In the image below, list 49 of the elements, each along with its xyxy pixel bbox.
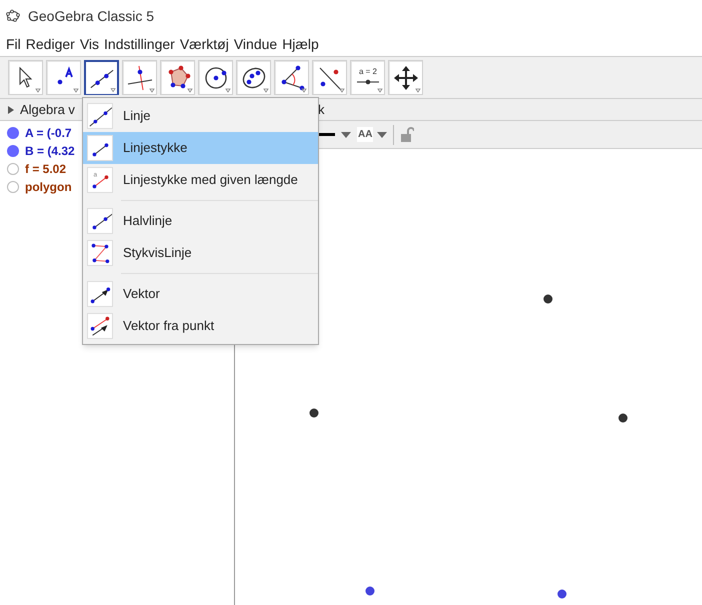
dropdown-item[interactable]: Linje — [83, 100, 318, 132]
dropdown-item[interactable]: Vektor fra punkt — [83, 310, 318, 342]
dropdown-item[interactable]: Vektor — [83, 278, 318, 310]
menu-item[interactable]: Fil — [6, 34, 21, 54]
menu-item[interactable]: Rediger — [26, 34, 75, 54]
tool-icon — [200, 62, 232, 94]
visibility-toggle[interactable] — [7, 145, 19, 157]
menu-item[interactable]: Indstillinger — [104, 34, 175, 54]
tool-icon — [87, 135, 113, 161]
algebra-entry[interactable]: A = (-0.7 — [25, 124, 72, 142]
tool-icon — [87, 281, 113, 307]
dropdown-arrow-icon — [377, 132, 388, 138]
point[interactable] — [543, 294, 552, 304]
dropdown-item[interactable]: Linjestykke — [83, 132, 318, 164]
tool-icon — [276, 62, 308, 94]
menu-item[interactable]: Vis — [80, 34, 100, 54]
menu-item[interactable]: Værktøj — [180, 34, 229, 54]
visibility-toggle[interactable] — [7, 127, 19, 139]
tool-icon — [87, 313, 113, 339]
tool-icon — [314, 62, 346, 94]
app-logo-icon — [6, 9, 20, 23]
panel-title: Algebra v — [20, 100, 75, 119]
visibility-toggle[interactable] — [7, 163, 19, 175]
tool-icon — [10, 62, 42, 94]
point[interactable] — [366, 586, 375, 596]
tool-icon — [162, 62, 194, 94]
algebra-entry[interactable]: polygon — [25, 178, 72, 196]
panel-title: k — [318, 100, 324, 119]
window-title: GeoGebra Classic 5 — [28, 6, 154, 26]
tool-icon — [87, 103, 113, 129]
visibility-toggle[interactable] — [7, 181, 19, 193]
point[interactable] — [618, 414, 628, 423]
algebra-entry[interactable]: f = 5.02 — [25, 160, 66, 178]
menu-item[interactable]: Hjælp — [282, 34, 319, 54]
dropdown-item[interactable]: StykvisLinje — [83, 237, 318, 269]
point[interactable] — [557, 589, 566, 598]
dropdown-arrow-icon — [341, 132, 351, 138]
point[interactable] — [310, 408, 319, 418]
expand-arrow-icon[interactable] — [8, 106, 14, 114]
tool-icon — [87, 208, 113, 234]
tool-icon — [124, 62, 156, 94]
tool-icon — [48, 62, 80, 94]
menu-item[interactable]: Vindue — [234, 34, 278, 54]
tool-icon — [238, 62, 270, 94]
tool-icon — [87, 240, 113, 266]
tool-icon — [390, 62, 422, 94]
algebra-entry[interactable]: B = (4.32 — [25, 142, 75, 160]
dropdown-item[interactable]: Halvlinje — [83, 205, 318, 237]
tool-button[interactable] — [84, 60, 119, 95]
